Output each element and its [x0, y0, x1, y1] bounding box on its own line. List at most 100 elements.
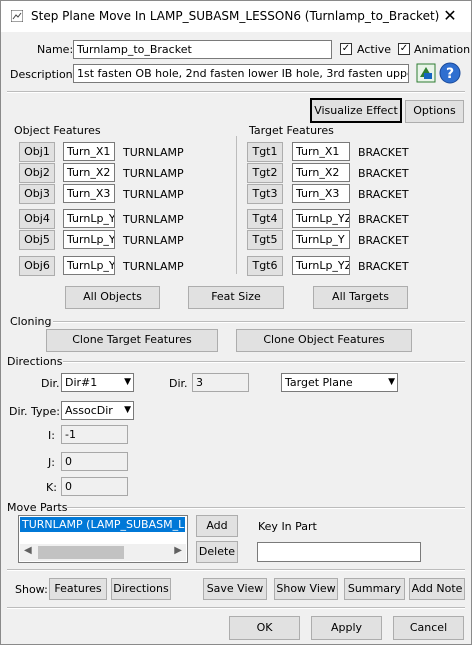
all-objects-button[interactable]: All Objects — [65, 286, 160, 309]
title-bar[interactable]: Step Plane Move In LAMP_SUBASM_LESSON6 (… — [1, 1, 471, 32]
dropdown-arrow-icon: ▼ — [388, 377, 395, 387]
tgt6-feature-field[interactable]: TurnLp_YZ — [292, 256, 350, 275]
clone-target-features-button[interactable]: Clone Target Features — [46, 329, 218, 352]
i-label: I: — [48, 429, 55, 442]
move-parts-list[interactable]: TURNLAMP (LAMP_SUBASM_LESSON6) ◀ ▶ — [18, 515, 188, 563]
dir-type-label: Dir. Type: — [9, 405, 61, 418]
tgt3-button[interactable]: Tgt3 — [247, 184, 283, 204]
key-in-part-field[interactable] — [257, 542, 421, 562]
target-features-heading: Target Features — [249, 124, 334, 137]
obj6-part-label: TURNLAMP — [123, 260, 184, 273]
options-button[interactable]: Options — [405, 100, 464, 123]
plane-select[interactable]: Target Plane ▼ — [281, 373, 398, 392]
cloning-separator — [53, 321, 465, 323]
tgt1-part-label: BRACKET — [358, 146, 409, 159]
dir-select[interactable]: Dir#1 ▼ — [61, 373, 134, 392]
obj6-button[interactable]: Obj6 — [19, 256, 55, 276]
key-in-part-label: Key In Part — [258, 520, 317, 533]
add-note-button[interactable]: Add Note — [409, 578, 465, 600]
tgt3-part-label: BRACKET — [358, 188, 409, 201]
k-label: K: — [46, 481, 57, 494]
tgt1-button[interactable]: Tgt1 — [247, 142, 283, 162]
dialog-window: Step Plane Move In LAMP_SUBASM_LESSON6 (… — [0, 0, 472, 645]
separator — [7, 569, 465, 571]
help-icon[interactable]: ? — [439, 62, 461, 84]
window-title: Step Plane Move In LAMP_SUBASM_LESSON6 (… — [31, 9, 440, 23]
obj4-part-label: TURNLAMP — [123, 213, 184, 226]
visualize-arrows-icon[interactable] — [416, 63, 436, 83]
obj3-feature-field[interactable]: Turn_X3 — [63, 184, 115, 203]
scroll-left-icon[interactable]: ◀ — [24, 545, 32, 556]
obj4-feature-field[interactable]: TurnLp_YZ — [63, 209, 115, 228]
dir-type-select-value: AssocDir — [65, 404, 113, 417]
dir-label: Dir. — [41, 377, 60, 390]
dir-type-select[interactable]: AssocDir ▼ — [61, 401, 134, 420]
feature-divider — [236, 136, 237, 274]
scroll-right-icon[interactable]: ▶ — [174, 545, 182, 556]
list-item[interactable]: TURNLAMP (LAMP_SUBASM_LESSON6) — [20, 517, 185, 532]
obj1-button[interactable]: Obj1 — [19, 142, 55, 162]
cloning-heading: Cloning — [10, 315, 52, 328]
tgt6-button[interactable]: Tgt6 — [247, 256, 283, 276]
feat-size-button[interactable]: Feat Size — [188, 286, 284, 309]
dropdown-arrow-icon: ▼ — [124, 377, 131, 387]
separator — [7, 91, 465, 93]
name-label: Name: — [37, 43, 74, 56]
description-label: Description: — [10, 68, 77, 81]
scroll-thumb[interactable] — [38, 546, 124, 559]
obj2-part-label: TURNLAMP — [123, 167, 184, 180]
j-value-field: 0 — [61, 452, 128, 471]
directions-separator — [63, 361, 465, 363]
plane-select-value: Target Plane — [285, 376, 353, 389]
obj5-feature-field[interactable]: TurnLp_Y — [63, 230, 115, 249]
close-icon[interactable]: ✕ — [439, 7, 461, 25]
tgt4-feature-field[interactable]: TurnLp_YZ — [292, 209, 350, 228]
tgt5-feature-field[interactable]: TurnLp_Y — [292, 230, 350, 249]
obj2-button[interactable]: Obj2 — [19, 163, 55, 183]
clone-object-features-button[interactable]: Clone Object Features — [236, 329, 412, 352]
tgt2-feature-field[interactable]: Turn_X2 — [292, 163, 350, 182]
dir-select-value: Dir#1 — [65, 376, 98, 389]
move-parts-separator — [67, 507, 465, 509]
tgt1-feature-field[interactable]: Turn_X1 — [292, 142, 350, 161]
add-part-button[interactable]: Add — [196, 515, 238, 537]
ok-button[interactable]: OK — [229, 616, 300, 640]
tgt5-button[interactable]: Tgt5 — [247, 230, 283, 250]
obj4-button[interactable]: Obj4 — [19, 209, 55, 229]
show-directions-button[interactable]: Directions — [111, 578, 171, 600]
description-field[interactable]: 1st fasten OB hole, 2nd fasten lower IB … — [73, 64, 409, 83]
tgt4-part-label: BRACKET — [358, 213, 409, 226]
show-features-button[interactable]: Features — [49, 578, 107, 600]
obj3-button[interactable]: Obj3 — [19, 184, 55, 204]
obj2-feature-field[interactable]: Turn_X2 — [63, 163, 115, 182]
dir2-label: Dir. — [169, 377, 188, 390]
tgt2-button[interactable]: Tgt2 — [247, 163, 283, 183]
active-checkbox[interactable]: ✓ — [340, 43, 352, 55]
obj5-button[interactable]: Obj5 — [19, 230, 55, 250]
animation-checkbox[interactable]: ✓ — [398, 43, 410, 55]
show-view-button[interactable]: Show View — [274, 578, 338, 600]
j-label: J: — [48, 456, 55, 469]
obj1-feature-field[interactable]: Turn_X1 — [63, 142, 115, 161]
name-field[interactable]: Turnlamp_to_Bracket — [73, 40, 332, 59]
save-view-button[interactable]: Save View — [203, 578, 267, 600]
k-value-field: 0 — [61, 477, 128, 496]
dir2-value-field: 3 — [192, 373, 249, 392]
apply-button[interactable]: Apply — [311, 616, 382, 640]
obj5-part-label: TURNLAMP — [123, 234, 184, 247]
obj1-part-label: TURNLAMP — [123, 146, 184, 159]
directions-heading: Directions — [7, 355, 63, 368]
summary-button[interactable]: Summary — [344, 578, 405, 600]
visualize-effect-button[interactable]: Visualize Effect — [310, 98, 402, 123]
obj6-feature-field[interactable]: TurnLp_YZ — [63, 256, 115, 275]
cancel-button[interactable]: Cancel — [393, 616, 464, 640]
tgt4-button[interactable]: Tgt4 — [247, 209, 283, 229]
tgt5-part-label: BRACKET — [358, 234, 409, 247]
delete-part-button[interactable]: Delete — [196, 541, 238, 563]
horizontal-scrollbar[interactable]: ◀ ▶ — [20, 544, 186, 561]
show-label: Show: — [15, 583, 48, 596]
dropdown-arrow-icon: ▼ — [124, 405, 131, 415]
all-targets-button[interactable]: All Targets — [313, 286, 408, 309]
tgt3-feature-field[interactable]: Turn_X3 — [292, 184, 350, 203]
obj3-part-label: TURNLAMP — [123, 188, 184, 201]
